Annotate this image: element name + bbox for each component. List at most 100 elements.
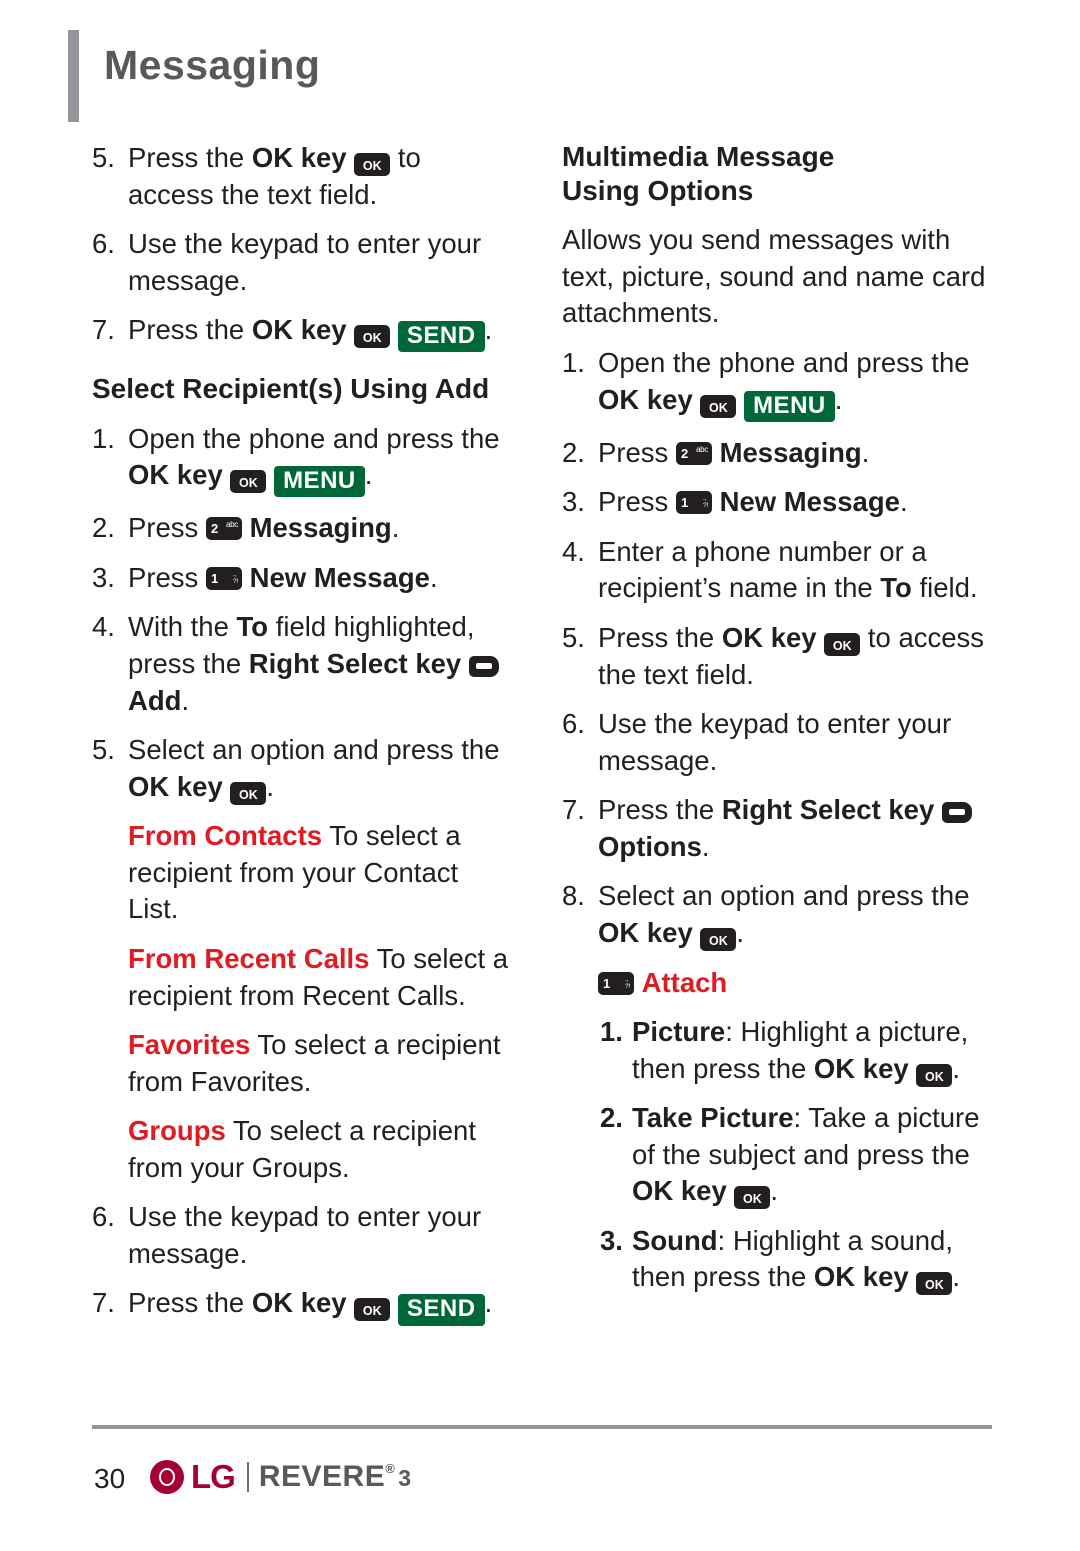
attach-heading-row: 1.,?! Attach	[598, 965, 992, 1002]
left-step-1: 1. Open the phone and press the OK key O…	[92, 421, 512, 498]
left-step-3-number: 3.	[92, 561, 115, 593]
attach-item-2: 2. Take Picture: Take a picture of the s…	[600, 1100, 992, 1210]
left-step-top-3-text: Press the OK key OK SEND.	[128, 312, 512, 353]
left-step-1-text: Open the phone and press the OK key OK M…	[128, 421, 512, 498]
right-step-2-text: Press 2 abc Messaging.	[598, 436, 870, 468]
right-select-key-icon	[468, 656, 499, 678]
left-step-3-text: Press 1.,?! New Message.	[128, 561, 438, 593]
send-key-icon: SEND	[397, 321, 485, 353]
left-step-end-1-number: 6.	[92, 1201, 115, 1233]
attach-item-3-text: Sound: Highlight a sound, then press the…	[632, 1223, 992, 1296]
option-1: From Contacts To select a recipient from…	[128, 818, 512, 928]
left-step-5-text: Select an option and press the OK key OK…	[128, 732, 512, 805]
left-step-2-text: Press 2 abc Messaging.	[128, 512, 400, 544]
option-2: From Recent Calls To select a recipient …	[128, 941, 512, 1014]
heading-line-2: Using Options	[562, 175, 754, 207]
send-key-icon: SEND	[397, 1294, 485, 1326]
left-step-end-1: 6. Use the keypad to enter your message.	[92, 1199, 512, 1272]
left-step-2: 2. Press 2 abc Messaging.	[92, 510, 512, 547]
right-step-1-text: Open the phone and press the OK key OK M…	[598, 345, 992, 422]
left-step-top-2-number: 6.	[92, 228, 115, 260]
attach-item-2-text: Take Picture: Take a picture of the subj…	[632, 1100, 992, 1210]
right-step-7: 7. Press the Right Select key Options.	[562, 792, 992, 865]
ok-key-icon: OK	[916, 1272, 953, 1296]
left-step-top-1: 5. Press the OK key OK to access the tex…	[92, 140, 512, 213]
attach-item-3: 3. Sound: Highlight a sound, then press …	[600, 1223, 992, 1296]
attach-heading: 1.,?! Attach	[562, 965, 992, 1002]
right-step-6-number: 6.	[562, 708, 585, 740]
heading-line-1: Multimedia Message	[562, 141, 835, 172]
option-4: Groups To select a recipient from your G…	[128, 1113, 512, 1186]
footer-divider	[92, 1425, 992, 1429]
right-step-4-text: Enter a phone number or a recipient’s na…	[598, 535, 978, 604]
footer-logo: LG REVERE® 3	[150, 1458, 412, 1496]
model-name: REVERE® 3	[259, 1460, 412, 1494]
left-steps-end: 6. Use the keypad to enter your message.…	[92, 1199, 512, 1326]
right-step-6-text: Use the keypad to enter your message.	[598, 708, 952, 776]
right-select-key-icon	[941, 802, 972, 824]
right-step-2: 2. Press 2 abc Messaging.	[562, 435, 992, 472]
menu-key-icon: MENU	[274, 466, 365, 498]
left-option-list: From Contacts To select a recipient from…	[92, 818, 512, 1186]
ok-key-icon: OK	[230, 781, 267, 805]
left-step-top-2-text: Use the keypad to enter your message.	[128, 228, 482, 296]
option-1-label: From Contacts	[128, 820, 323, 852]
left-step-top-2: 6. Use the keypad to enter your message.	[92, 226, 512, 299]
right-step-7-number: 7.	[562, 794, 585, 826]
left-step-4-number: 4.	[92, 611, 115, 643]
left-step-end-2-number: 7.	[92, 1287, 115, 1319]
right-step-5-number: 5.	[562, 622, 585, 653]
left-step-5: 5. Select an option and press the OK key…	[92, 732, 512, 805]
right-step-5-text: Press the OK key OK to access the text f…	[598, 622, 985, 690]
section-heading-multimedia-message: Multimedia Message Using Options	[562, 140, 992, 208]
ok-key-icon: OK	[700, 394, 737, 418]
left-step-1-number: 1.	[92, 422, 115, 454]
key-2-icon: 2 abc	[205, 517, 242, 541]
left-step-4: 4. With the To field highlighted, press …	[92, 609, 512, 719]
right-step-7-text: Press the Right Select key Options.	[598, 792, 992, 865]
attach-label: Attach	[641, 966, 728, 998]
option-3-label: Favorites	[128, 1029, 251, 1061]
left-step-end-2-text: Press the OK key OK SEND.	[128, 1285, 512, 1326]
lg-wordmark: LG	[191, 1458, 236, 1495]
option-3: Favorites To select a recipient from Fav…	[128, 1027, 512, 1100]
attach-item-3-number: 3.	[600, 1224, 623, 1256]
left-steps-top: 5. Press the OK key OK to access the tex…	[92, 140, 512, 353]
left-step-top-1-text: Press the OK key OK to access the text f…	[128, 142, 421, 210]
right-step-4: 4. Enter a phone number or a recipient’s…	[562, 534, 992, 607]
left-step-top-3: 7. Press the OK key OK SEND.	[92, 312, 512, 353]
right-step-5: 5. Press the OK key OK to access the tex…	[562, 620, 992, 693]
right-steps: 1. Open the phone and press the OK key O…	[562, 345, 992, 952]
registered-mark: ®	[385, 1461, 396, 1476]
right-step-3-number: 3.	[562, 486, 585, 518]
attach-item-list: 1. Picture: Highlight a picture, then pr…	[562, 1014, 992, 1296]
ok-key-icon: OK	[230, 470, 267, 494]
left-step-3: 3. Press 1.,?! New Message.	[92, 560, 512, 597]
key-1-icon: 1.,?!	[205, 566, 242, 590]
right-column: Multimedia Message Using Options Allows …	[562, 140, 992, 1309]
page-title: Messaging	[104, 42, 321, 88]
right-step-4-number: 4.	[562, 535, 585, 567]
model-number: 3	[398, 1465, 412, 1491]
right-step-8-text: Select an option and press the OK key OK…	[598, 878, 992, 951]
left-step-top-3-number: 7.	[92, 314, 115, 346]
option-4-label: Groups	[128, 1115, 226, 1147]
left-step-end-1-text: Use the keypad to enter your message.	[128, 1201, 482, 1269]
left-step-5-number: 5.	[92, 734, 115, 766]
right-step-8: 8. Select an option and press the OK key…	[562, 878, 992, 951]
ok-key-icon: OK	[354, 1298, 391, 1322]
attach-item-1: 1. Picture: Highlight a picture, then pr…	[600, 1014, 992, 1087]
attach-item-1-number: 1.	[600, 1016, 623, 1048]
option-2-label: From Recent Calls	[128, 942, 370, 974]
key-1-icon: 1.,?!	[675, 491, 712, 515]
model-text: REVERE	[258, 1460, 386, 1493]
right-step-6: 6. Use the keypad to enter your message.	[562, 706, 992, 779]
right-step-2-number: 2.	[562, 436, 585, 468]
right-step-1: 1. Open the phone and press the OK key O…	[562, 345, 992, 422]
right-step-1-number: 1.	[562, 347, 585, 378]
logo-separator	[246, 1462, 249, 1492]
left-step-2-number: 2.	[92, 512, 115, 544]
menu-key-icon: MENU	[744, 390, 835, 422]
lg-face-icon	[150, 1460, 184, 1494]
title-accent-bar	[68, 30, 79, 122]
